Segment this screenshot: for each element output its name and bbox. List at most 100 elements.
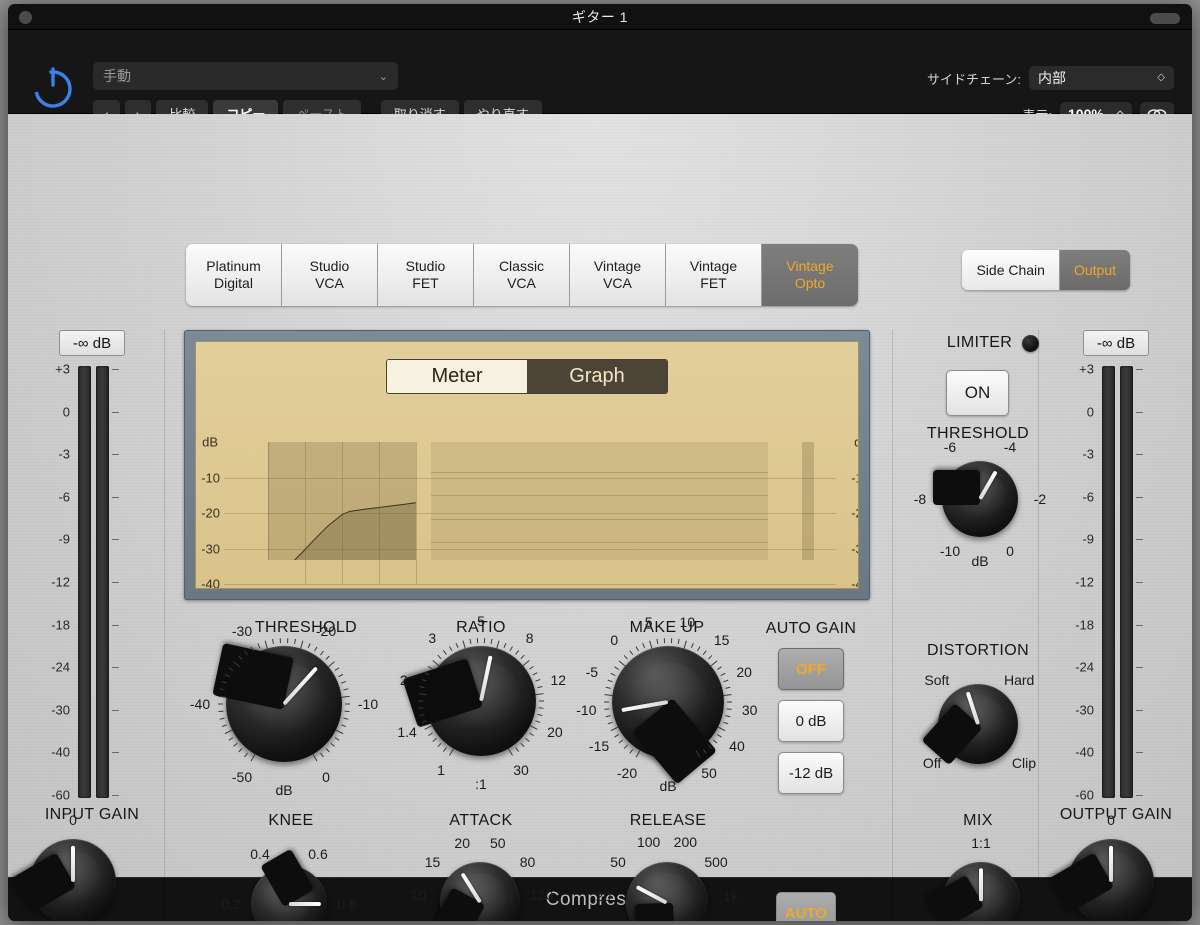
sidechain-value: 内部 [1038,70,1066,86]
model-tab-line2: FET [700,275,727,291]
model-tab-line2: VCA [603,275,632,291]
meter-tick [112,411,119,413]
tab-graph[interactable]: Graph [527,360,667,393]
graph-x-tick-label: -40 [259,587,278,588]
model-tab-4[interactable]: Classic VCA [474,244,570,306]
model-tab-line2: VCA [507,275,536,291]
meter-tick [112,667,119,669]
limiter-threshold-scale-label: -2 [1033,491,1047,507]
meter-scale-label: +3 [55,361,70,377]
limiter-threshold-scale-label: 0 [1006,542,1014,559]
distortion-knob[interactable]: Off Soft Hard Clip [921,672,1036,771]
graph-gridline-v [305,442,306,584]
graph-gridline-v [342,442,343,584]
output-gain-label: OUTPUT GAIN [1059,806,1173,823]
distortion-knob-ticks [938,684,1018,764]
meter-scale-label: -30 [51,702,70,718]
release-knob[interactable]: 51020501002005001k2k5kms [596,834,738,921]
chevron-down-icon: ⌄ [378,70,388,83]
limiter-threshold-scale-label: -10 [939,542,961,559]
model-tab-line1: Studio [309,257,350,274]
sidechain-row: サイドチェーン: 内部 ◇ [927,66,1174,90]
threshold-knob[interactable]: -50 -40 -30 -20 -10 0 dB [190,623,378,798]
right-axis-unit: dB [854,435,858,450]
sidechain-select[interactable]: 内部 ◇ [1029,66,1174,90]
release-scale-label: 500 [704,853,728,870]
meter-scale-label: -40 [1075,744,1094,760]
model-tab-1[interactable]: Platinum Digital [186,244,282,306]
meter-tick [112,539,119,541]
graph-y-tick-label-right: -40 [851,576,858,589]
history-gridline [431,518,768,520]
model-tab-7[interactable]: Vintage Opto [762,244,858,306]
preset-selector[interactable]: 手動 ⌄ [93,62,398,90]
ratio-scale-label: 20 [547,723,563,740]
power-icon[interactable] [30,64,76,110]
limiter-on-button[interactable]: ON [946,370,1009,416]
meter-scale-label: 0 [1086,404,1094,420]
attack-scale-label: 15 [424,854,441,871]
graph-y-tick-label: -40 [201,576,220,589]
mix-scale-label: 1:1 [971,835,991,851]
output-meter-bar-left [1102,366,1115,798]
gain-reduction-history [431,442,768,560]
meter-tick [1136,667,1143,669]
meter-scale-label: -3 [58,446,70,462]
meter-tick [112,795,119,796]
distortion-scale-label: Clip [1011,754,1037,771]
model-tab-5[interactable]: Vintage VCA [570,244,666,306]
output-meter-bar-right [1120,366,1133,798]
mix-knob-ticks [942,862,1020,921]
meter-tick [1136,624,1143,626]
model-tab-3[interactable]: Studio FET [378,244,474,306]
limiter-threshold-knob[interactable]: -10 -8 -6 -4 -2 0 dB [914,439,1046,569]
window-resize-pill[interactable] [1150,13,1180,24]
auto-button[interactable]: AUTO [776,892,836,921]
tab-meter[interactable]: Meter [387,360,527,393]
meter-scale-label: -60 [51,787,70,803]
tab-output[interactable]: Output [1059,250,1130,290]
plugin-panel: Platinum Digital Studio VCA Studio FET Classic… [8,114,1192,921]
output-meter-strip: -∞ dB +3 0 -3 -6 -9 -12 -18 -24 -30 -40 -60 OUTPUT… [1046,330,1186,824]
threshold-scale-label: -50 [231,768,253,785]
mix-knob[interactable]: Input1:1Output [924,835,1020,921]
auto-gain-group: AUTO GAIN OFF 0 dB -12 dB [756,620,866,794]
graph-area[interactable]: dB dB -10 -10 -20 -20 -30 -30 -40 -40 -40 -30 -20 -… [201,435,858,589]
attack-scale-label: 50 [489,834,506,851]
model-tab-line2: VCA [315,275,344,291]
meter-scale-label: 0 [62,404,70,420]
model-tab-6[interactable]: Vintage FET [666,244,762,306]
input-gain-knob[interactable]: -30030dB [10,812,116,921]
model-tab-2[interactable]: Studio VCA [282,244,378,306]
meter-scale-label: -9 [58,531,70,547]
meter-scale-label: -40 [51,744,70,760]
threshold-scale-label: -10 [357,696,379,712]
compressor-model-tabs: Platinum Digital Studio VCA Studio FET Classic… [186,244,858,306]
model-tab-line2: Digital [214,275,253,291]
tab-side-chain[interactable]: Side Chain [962,250,1060,290]
make-up-title: MAKE UP [629,619,705,636]
close-button[interactable] [19,11,32,24]
auto-gain-minus12db-button[interactable]: -12 dB [778,752,844,794]
input-level-readout: -∞ dB [59,330,125,356]
model-tab-line1: Vintage [593,257,642,274]
meter-scale-label: -18 [51,617,70,633]
output-gain-knob-ticks [1068,839,1154,921]
ratio-scale-label: 1.4 [397,723,417,740]
attack-scale-label: 10 [410,886,427,903]
attack-knob[interactable]: 051015205080120160200ms [411,835,553,921]
auto-gain-off-button[interactable]: OFF [778,648,844,690]
output-gain-knob[interactable]: -30030dB [1048,812,1154,921]
ratio-scale-label: 2 [399,672,408,689]
release-scale-label: 200 [673,833,698,850]
mix-title: MIX [963,812,993,829]
knee-knob[interactable]: 00.20.40.60.81.0 [221,846,357,921]
gain-reduction-meter [802,442,814,560]
ratio-knob[interactable]: 1 1.4 2 3 5 8 12 20 30:1 [397,613,566,792]
ratio-scale-label: 12 [550,672,567,689]
model-tab-line1: Vintage [689,257,738,274]
auto-gain-0db-button[interactable]: 0 dB [778,700,844,742]
plugin-header: 手動 ⌄ ‹ › 比較 コピー ペースト 取り消す やり直す サイドチェーン: … [8,30,1192,127]
make-up-knob[interactable]: -20 -15 -10 -5 0 5 10 15 20 30 40 50 dB [576,614,757,794]
graph-y-tick-label: -20 [201,505,220,521]
